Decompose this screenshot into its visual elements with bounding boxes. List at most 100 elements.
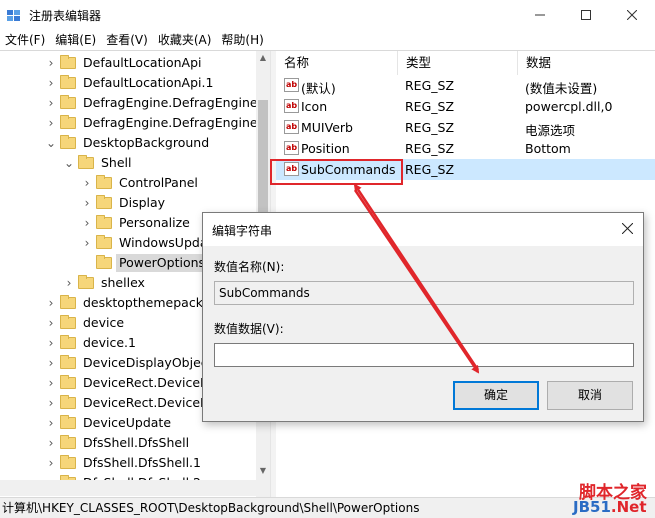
maximize-button[interactable] [563, 0, 609, 30]
tree-item[interactable]: ⌄ DesktopBackground [0, 133, 256, 153]
chevron-right-icon[interactable]: › [46, 116, 56, 130]
folder-icon [60, 355, 76, 369]
scroll-up-icon[interactable]: ▲ [256, 53, 270, 65]
chevron-right-icon[interactable]: › [46, 376, 56, 390]
close-window-button[interactable] [609, 0, 655, 30]
string-value-icon: ab [284, 99, 299, 113]
watermark-site: JB51.Net [573, 498, 647, 516]
value-row[interactable]: ab Position REG_SZ Bottom [276, 138, 655, 159]
cancel-button[interactable]: 取消 [547, 381, 633, 410]
value-type: REG_SZ [405, 120, 455, 135]
value-type: REG_SZ [405, 141, 455, 156]
menu-favorites[interactable]: 收藏夹(A) [153, 30, 217, 50]
value-name-field: SubCommands [214, 281, 634, 305]
chevron-right-icon[interactable]: › [46, 96, 56, 110]
chevron-right-icon[interactable]: › [82, 176, 92, 190]
menu-help[interactable]: 帮助(H) [216, 30, 268, 50]
tree-item-label: DefaultLocationApi [83, 55, 202, 70]
dialog-close-button[interactable] [617, 219, 637, 239]
folder-icon [60, 455, 76, 469]
minimize-button[interactable] [517, 0, 563, 30]
tree-item-label: DefaultLocationApi.1 [83, 75, 214, 90]
ok-button[interactable]: 确定 [453, 381, 539, 410]
tree-item-label: Personalize [119, 215, 190, 230]
chevron-right-icon[interactable]: › [46, 56, 56, 70]
tree-item[interactable]: › ControlPanel [0, 173, 256, 193]
value-type: REG_SZ [405, 78, 455, 93]
chevron-right-icon[interactable]: › [46, 456, 56, 470]
status-bar-path: 计算机\HKEY_CLASSES_ROOT\DesktopBackground\… [0, 497, 655, 518]
folder-icon [60, 375, 76, 389]
folder-icon [96, 195, 112, 209]
tree-item-label: DefragEngine.DefragEngine.1 [83, 115, 270, 130]
menu-file[interactable]: 文件(F) [0, 30, 50, 50]
close-icon [627, 10, 637, 20]
tree-item[interactable]: › DfsShell.DfsShell [0, 433, 256, 453]
chevron-right-icon[interactable]: › [46, 336, 56, 350]
value-name: Position [301, 141, 350, 156]
value-data: powercpl.dll,0 [525, 99, 613, 114]
value-data-input[interactable] [214, 343, 634, 367]
value-row[interactable]: ab (默认) REG_SZ (数值未设置) [276, 75, 655, 96]
window-title: 注册表编辑器 [29, 9, 102, 23]
chevron-right-icon[interactable]: › [46, 296, 56, 310]
tree-item-label: DfsShell.DfsShell.1 [83, 455, 201, 470]
tree-item-label: DeviceDisplayObject [83, 355, 213, 370]
folder-icon [60, 135, 76, 149]
tree-item[interactable]: ⌄ Shell [0, 153, 256, 173]
tree-item[interactable]: › DefragEngine.DefragEngine [0, 93, 258, 113]
chevron-right-icon[interactable]: › [46, 356, 56, 370]
menu-view[interactable]: 查看(V) [101, 30, 153, 50]
chevron-right-icon[interactable]: › [46, 396, 56, 410]
dialog-body: 数值名称(N): SubCommands 数值数据(V): 确定 取消 [203, 246, 643, 421]
chevron-right-icon[interactable]: › [64, 276, 74, 290]
value-type: REG_SZ [405, 162, 455, 177]
edit-string-dialog: 编辑字符串 数值名称(N): SubCommands 数值数据(V): 确定 取… [202, 212, 644, 422]
close-icon [621, 222, 633, 235]
tree-item-label: Shell [101, 155, 132, 170]
chevron-right-icon[interactable]: › [46, 416, 56, 430]
folder-icon [60, 115, 76, 129]
menu-bar: 文件(F) 编辑(E) 查看(V) 收藏夹(A) 帮助(H) [0, 30, 655, 50]
folder-icon [60, 55, 76, 69]
column-header-type[interactable]: 类型 [398, 51, 518, 75]
chevron-right-icon[interactable]: › [46, 316, 56, 330]
folder-icon [96, 255, 112, 269]
value-data: 电源选项 [525, 123, 576, 138]
value-name: Icon [301, 99, 328, 114]
value-name: MUIVerb [301, 120, 353, 135]
menu-edit[interactable]: 编辑(E) [50, 30, 101, 50]
chevron-right-icon[interactable]: › [82, 216, 92, 230]
value-row[interactable]: ab MUIVerb REG_SZ 电源选项 [276, 117, 655, 138]
tree-item[interactable]: › DefaultLocationApi.1 [0, 73, 256, 93]
chevron-right-icon[interactable]: › [82, 196, 92, 210]
scroll-down-icon[interactable]: ▼ [256, 466, 270, 478]
tree-item-label: shellex [101, 275, 145, 290]
tree-item[interactable]: › DfsShell.DfsShell.1 [0, 453, 256, 473]
tree-item-label: device [83, 315, 125, 330]
chevron-right-icon[interactable]: › [46, 436, 56, 450]
chevron-down-icon[interactable]: ⌄ [64, 156, 74, 170]
string-value-icon: ab [284, 141, 299, 155]
chevron-right-icon[interactable]: › [46, 76, 56, 90]
tree-item-label: ControlPanel [119, 175, 198, 190]
tree-item[interactable]: › DefragEngine.DefragEngine.1 [0, 113, 269, 133]
column-header-data[interactable]: 数据 [518, 51, 655, 75]
folder-icon [60, 415, 76, 429]
folder-icon [78, 275, 94, 289]
folder-icon [60, 75, 76, 89]
dialog-title: 编辑字符串 [212, 224, 273, 238]
value-data-label: 数值数据(V): [214, 322, 284, 336]
tree-horizontal-scrollbar[interactable] [0, 480, 256, 496]
tree-item-label: device.1 [83, 335, 136, 350]
column-header-name[interactable]: 名称 [276, 51, 398, 75]
folder-icon [60, 315, 76, 329]
value-row[interactable]: ab Icon REG_SZ powercpl.dll,0 [276, 96, 655, 117]
folder-icon [60, 435, 76, 449]
chevron-down-icon[interactable]: ⌄ [46, 136, 56, 150]
tree-item[interactable]: › Display [0, 193, 256, 213]
chevron-right-icon[interactable]: › [82, 236, 92, 250]
tree-item[interactable]: › DefaultLocationApi [0, 53, 256, 73]
string-value-icon: ab [284, 78, 299, 92]
maximize-icon [581, 10, 591, 20]
